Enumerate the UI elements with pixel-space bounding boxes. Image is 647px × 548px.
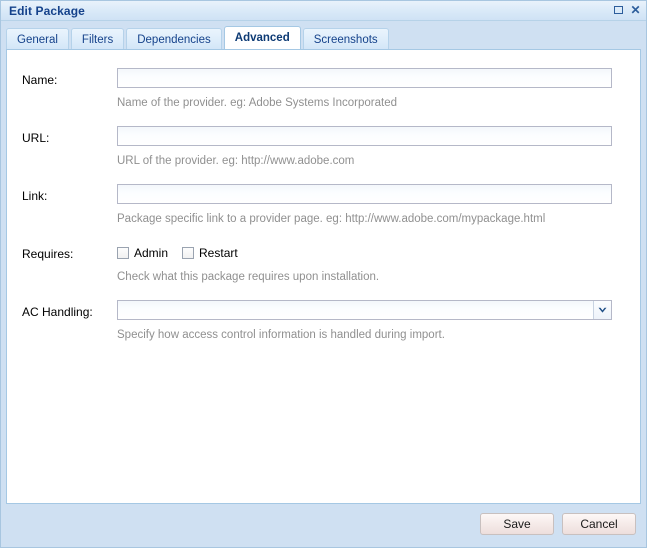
requires-hint: Check what this package requires upon in…	[117, 271, 380, 283]
window-title: Edit Package	[9, 4, 85, 18]
ac-handling-field-wrap	[117, 300, 612, 320]
tab-screenshots[interactable]: Screenshots	[302, 28, 389, 50]
close-icon[interactable]: ✕	[630, 4, 641, 16]
checkbox-restart[interactable]: Restart	[182, 246, 238, 260]
tab-advanced[interactable]: Advanced	[223, 26, 301, 49]
form-row-requires: Requires: Admin Restart Check what this …	[7, 229, 640, 287]
link-hint: Package specific link to a provider page…	[117, 213, 546, 225]
restore-icon[interactable]	[614, 5, 625, 16]
advanced-tab-panel: Name: Name of the provider. eg: Adobe Sy…	[6, 49, 641, 504]
tab-bar: General Filters Dependencies Advanced Sc…	[6, 26, 641, 50]
checkbox-restart-label: Restart	[199, 246, 238, 260]
requires-checkbox-group: Admin Restart	[117, 243, 238, 263]
link-field-wrap	[117, 184, 612, 204]
form-row-url: URL: URL of the provider. eg: http://www…	[7, 113, 640, 171]
form-row-ac-handling: AC Handling: Specify how access control …	[7, 287, 640, 345]
save-button[interactable]: Save	[480, 513, 554, 535]
checkbox-admin-box[interactable]	[117, 247, 129, 259]
tab-filters[interactable]: Filters	[70, 28, 125, 50]
title-bar: Edit Package ✕	[1, 1, 646, 21]
requires-label: Requires:	[22, 247, 74, 261]
name-field-wrap	[117, 68, 612, 88]
tab-general[interactable]: General	[6, 28, 69, 50]
url-hint: URL of the provider. eg: http://www.adob…	[117, 155, 355, 167]
ac-handling-select[interactable]	[117, 300, 612, 320]
requires-field-wrap: Admin Restart	[117, 243, 238, 263]
checkbox-restart-box[interactable]	[182, 247, 195, 259]
chevron-down-icon[interactable]	[593, 301, 611, 319]
checkbox-admin-label: Admin	[134, 246, 169, 260]
ac-handling-label: AC Handling:	[22, 305, 93, 319]
url-label: URL:	[22, 131, 50, 145]
name-input[interactable]	[117, 68, 612, 88]
checkbox-admin[interactable]: Admin	[117, 246, 168, 260]
link-label: Link:	[22, 189, 48, 203]
footer-button-group: Save Cancel	[480, 513, 636, 535]
name-label: Name:	[22, 73, 58, 87]
cancel-button[interactable]: Cancel	[562, 513, 636, 535]
form-row-link: Link: Package specific link to a provide…	[7, 171, 640, 229]
link-input[interactable]	[117, 184, 612, 204]
name-hint: Name of the provider. eg: Adobe Systems …	[117, 97, 397, 109]
url-field-wrap	[117, 126, 612, 146]
ac-handling-hint: Specify how access control information i…	[117, 329, 445, 341]
window-controls: ✕	[614, 4, 641, 16]
edit-package-dialog: Edit Package ✕ General Filters Dependenc…	[0, 0, 647, 548]
form-row-name: Name: Name of the provider. eg: Adobe Sy…	[7, 55, 640, 113]
url-input[interactable]	[117, 126, 612, 146]
tab-dependencies[interactable]: Dependencies	[126, 28, 222, 50]
dialog-footer: Save Cancel	[1, 504, 646, 547]
